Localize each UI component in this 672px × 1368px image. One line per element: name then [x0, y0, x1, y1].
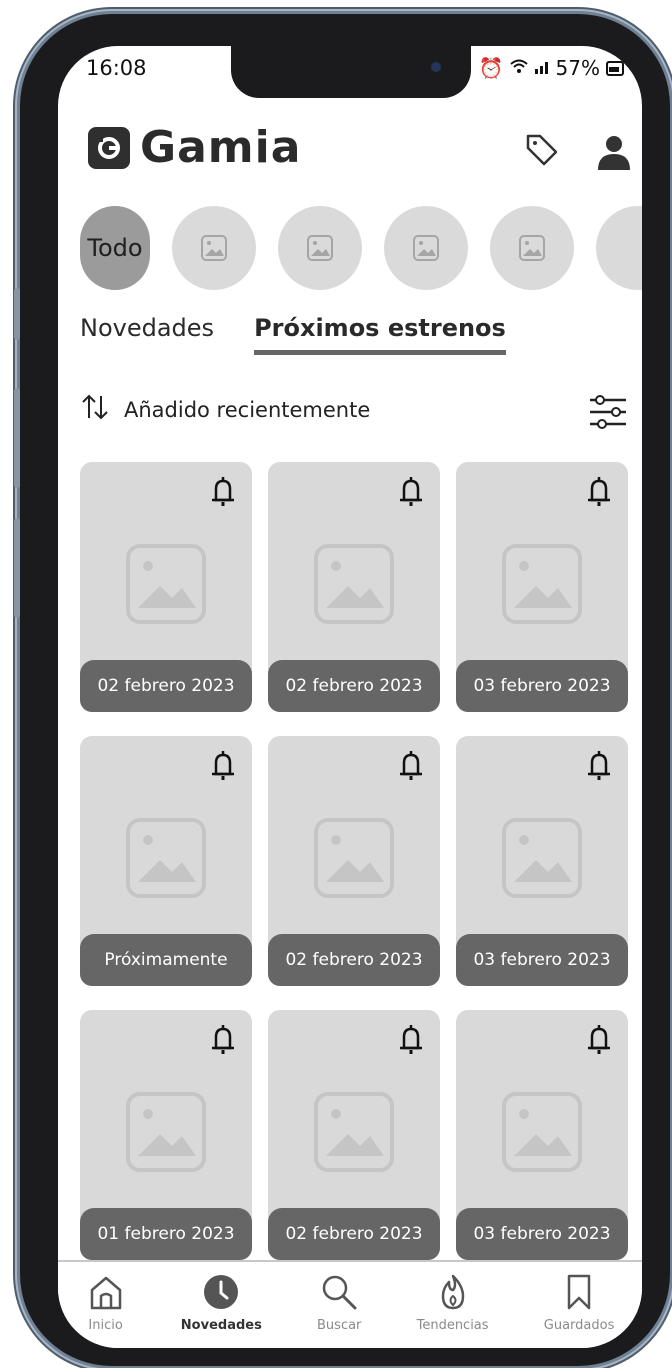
- logo-mark: [88, 126, 130, 169]
- release-card[interactable]: 03 febrero 2023: [456, 462, 628, 712]
- wifi-icon: [509, 56, 528, 80]
- release-card[interactable]: 01 febrero 2023: [80, 1010, 252, 1260]
- front-camera: [431, 62, 441, 72]
- image-placeholder-icon: [201, 235, 227, 261]
- status-time: 16:08: [86, 56, 147, 80]
- bell-icon[interactable]: [586, 750, 612, 786]
- image-placeholder-icon: [312, 1090, 396, 1178]
- image-placeholder-icon: [519, 235, 545, 261]
- release-date: 02 febrero 2023: [80, 660, 252, 712]
- filter-icon[interactable]: [586, 392, 630, 436]
- release-card[interactable]: 02 febrero 2023: [268, 1010, 440, 1260]
- app-name: Gamia: [140, 122, 302, 173]
- chip-category[interactable]: [278, 206, 362, 290]
- release-date: 02 febrero 2023: [268, 934, 440, 986]
- app-logo: Gamia: [88, 122, 301, 173]
- release-card[interactable]: Próximamente: [80, 736, 252, 986]
- tab-bar: Novedades Próximos estrenos: [80, 314, 506, 355]
- nav-news-label: Novedades: [180, 1318, 262, 1333]
- nav-search-label: Buscar: [317, 1318, 362, 1333]
- bell-icon[interactable]: [398, 1024, 424, 1060]
- nav-trends[interactable]: Tendencias: [417, 1262, 489, 1348]
- tag-icon[interactable]: [524, 132, 560, 172]
- bell-icon[interactable]: [398, 750, 424, 786]
- nav-saved-label: Guardados: [543, 1318, 615, 1333]
- volume-up-button: [14, 388, 20, 488]
- chip-all[interactable]: Todo: [80, 206, 150, 290]
- nav-saved[interactable]: Guardados: [543, 1262, 615, 1348]
- chip-category[interactable]: [172, 206, 256, 290]
- image-placeholder-icon: [124, 816, 208, 904]
- nav-search[interactable]: Buscar: [317, 1262, 361, 1348]
- release-date: 03 febrero 2023: [456, 1208, 628, 1260]
- release-date: 03 febrero 2023: [456, 660, 628, 712]
- signal-icon: [534, 56, 550, 80]
- release-grid: 02 febrero 2023 02 febrero 2023 03 febre…: [80, 462, 628, 1260]
- image-placeholder-icon: [500, 816, 584, 904]
- battery-percent: 57%: [555, 56, 600, 80]
- bell-icon[interactable]: [210, 1024, 236, 1060]
- nav-home-label: Inicio: [88, 1318, 123, 1333]
- bell-icon[interactable]: [210, 476, 236, 512]
- tab-upcoming[interactable]: Próximos estrenos: [254, 314, 506, 355]
- release-card[interactable]: 03 febrero 2023: [456, 1010, 628, 1260]
- chip-category[interactable]: [384, 206, 468, 290]
- release-card[interactable]: 02 febrero 2023: [80, 462, 252, 712]
- release-card[interactable]: 02 febrero 2023: [268, 462, 440, 712]
- release-date: 02 febrero 2023: [268, 660, 440, 712]
- release-date: 02 febrero 2023: [268, 1208, 440, 1260]
- mute-switch: [14, 288, 20, 340]
- search-icon: [319, 1272, 359, 1316]
- bell-icon[interactable]: [586, 1024, 612, 1060]
- image-placeholder-icon: [307, 235, 333, 261]
- bell-icon[interactable]: [398, 476, 424, 512]
- home-icon: [86, 1272, 126, 1316]
- release-card[interactable]: 03 febrero 2023: [456, 736, 628, 986]
- chip-category[interactable]: [596, 206, 642, 290]
- user-icon[interactable]: [594, 132, 634, 176]
- image-placeholder-icon: [312, 816, 396, 904]
- nav-home[interactable]: Inicio: [86, 1262, 126, 1348]
- volume-down-button: [14, 518, 20, 618]
- image-placeholder-icon: [312, 542, 396, 630]
- status-icons: ⏰ 57%: [479, 56, 624, 80]
- bell-icon[interactable]: [586, 476, 612, 512]
- release-card[interactable]: 02 febrero 2023: [268, 736, 440, 986]
- sort-control[interactable]: Añadido recientemente: [80, 392, 370, 427]
- image-placeholder-icon: [413, 235, 439, 261]
- chip-category[interactable]: [490, 206, 574, 290]
- image-placeholder-icon: [124, 542, 208, 630]
- release-date: 03 febrero 2023: [456, 934, 628, 986]
- image-placeholder-icon: [500, 1090, 584, 1178]
- flame-icon: [433, 1272, 473, 1316]
- category-chips: Todo: [80, 206, 642, 290]
- image-placeholder-icon: [124, 1090, 208, 1178]
- nav-news[interactable]: Novedades: [181, 1262, 262, 1348]
- release-date: Próximamente: [80, 934, 252, 986]
- release-date: 01 febrero 2023: [80, 1208, 252, 1260]
- clock-icon: [201, 1272, 241, 1316]
- tab-news[interactable]: Novedades: [80, 314, 214, 355]
- bookmark-icon: [559, 1272, 599, 1316]
- sort-icon: [80, 392, 110, 427]
- bottom-nav: Inicio Novedades Buscar Tendencias Guard…: [58, 1260, 642, 1348]
- bell-icon[interactable]: [210, 750, 236, 786]
- battery-icon: [606, 60, 624, 76]
- alarm-icon: ⏰: [478, 56, 504, 80]
- nav-trends-label: Tendencias: [416, 1318, 489, 1333]
- notch: [231, 46, 471, 98]
- sort-label: Añadido recientemente: [124, 397, 371, 422]
- image-placeholder-icon: [500, 542, 584, 630]
- app-screen: 16:08 ⏰ 57% Gamia Todo Novedades Próximo…: [58, 46, 642, 1348]
